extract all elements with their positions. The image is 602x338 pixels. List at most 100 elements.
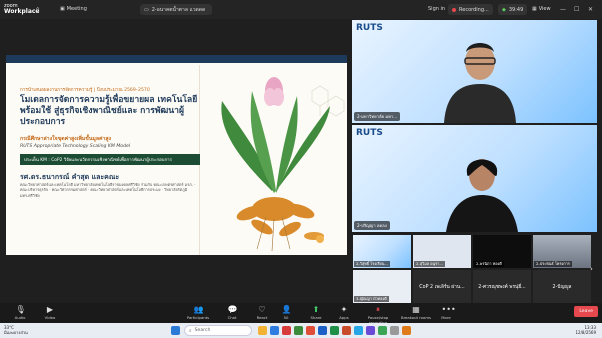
breakout-icon: ▦	[412, 305, 420, 314]
search-label: Search	[194, 328, 211, 333]
clock-date: 12/8/2569	[575, 330, 596, 335]
thumb-2-name: 2-สุวิมล อนุรา...	[414, 261, 445, 267]
weather-widget[interactable]: 33°C มีเมฆบางส่วน	[4, 325, 28, 335]
ruts-logo: RUTS	[356, 23, 383, 33]
weather-desc: มีเมฆบางส่วน	[4, 330, 28, 335]
participants-button[interactable]: 👥 Participants	[180, 305, 216, 320]
maximize-icon[interactable]: ☐	[574, 6, 579, 13]
more-icon: •••	[441, 305, 456, 314]
folder-icon[interactable]	[258, 326, 267, 335]
name-tile-1-label: CoP 2 เพเลิร์น ผ่าน...	[419, 284, 465, 290]
slide-affiliation: คณะวิทยาศาสตร์และเทคโนโลยี มหาวิทยาลัยเท…	[20, 182, 196, 198]
name-tile-2[interactable]: 2-ศวรณุชพงค์ พรนุ่ยี่...	[473, 270, 531, 303]
excel-icon[interactable]	[330, 326, 339, 335]
turmeric-plant-illustration	[221, 77, 345, 252]
view-button[interactable]: ▦ View	[532, 6, 551, 12]
recording-dot-icon	[452, 7, 456, 12]
name-tile-2-label: 2-ศวรณุชพงค์ พรนุ่ยี่...	[478, 284, 526, 290]
app-icon-3[interactable]	[306, 326, 315, 335]
sign-in-label: Sign in	[428, 6, 446, 12]
speaker-2-figure	[446, 159, 518, 232]
home-icon: ⌂	[36, 6, 40, 12]
app-icon-5[interactable]	[390, 326, 399, 335]
apps-label: Apps	[339, 315, 349, 320]
participant-thumb-5[interactable]: 3-ญัณญา บัวทองดี	[353, 270, 411, 303]
participant-2-name: 2-ปริญญา ลดลง	[354, 221, 390, 230]
powerpoint-icon[interactable]	[342, 326, 351, 335]
slide-year: การนำเสนอผลงานการจัดการความรู้ | ปีงบประ…	[20, 88, 150, 93]
breakout-label: Breakout rooms	[400, 315, 432, 320]
leave-button[interactable]: Leave	[574, 306, 598, 317]
meeting-timer: ◆ 39:49	[498, 4, 528, 15]
participant-thumb-2[interactable]: 2-สุวิมล อนุรา...	[413, 235, 471, 268]
share-button-label: Share	[310, 315, 322, 320]
slide-km-badge: ประเด็น KM : CoP2 วิจัยและนวัตกรรมเชิงพา…	[20, 154, 200, 165]
apps-icon: ✦	[340, 305, 348, 314]
app-icon-4[interactable]	[366, 326, 375, 335]
slide-title: โมเดลการจัดการความรู้เพื่อขยายผล เทคโนโล…	[20, 95, 198, 127]
recording-indicator[interactable]: Recording...	[448, 4, 493, 15]
sign-in-link[interactable]: Sign in	[428, 6, 445, 12]
app-icon-1[interactable]	[282, 326, 291, 335]
title-bar: zoom Workplace ⌂ ▣ Meeting ▭ 2-อนาคตน้ำต…	[0, 0, 602, 19]
participant-thumb-3[interactable]: 2-พรนิภา ทองดี	[473, 235, 531, 268]
view-label: View	[538, 6, 551, 12]
video-button[interactable]: ▶ Video	[32, 305, 68, 320]
start-icon[interactable]	[171, 326, 180, 335]
name-tile-3-label: 2-ปัญญูล	[552, 284, 572, 290]
thumb-5-name: 3-ญัณญา บัวทองดี	[354, 296, 389, 302]
participants-icon: 👥	[193, 305, 204, 314]
name-tile-3[interactable]: 2-ปัญญูล	[533, 270, 591, 303]
meeting-tab[interactable]: ▣ Meeting	[60, 6, 87, 12]
meeting-icon: ▣	[60, 6, 65, 12]
home-tab[interactable]: ⌂	[36, 6, 39, 12]
logo-line2: Workplace	[4, 8, 40, 15]
name-tile-1[interactable]: CoP 2 เพเลิร์น ผ่าน...	[413, 270, 471, 303]
shared-screen-slide: การนำเสนอผลงานการจัดการความรู้ | ปีงบประ…	[6, 55, 347, 255]
participant-thumb-1[interactable]: 2-วิสุทธิ์ โรงเรียน...	[353, 235, 411, 268]
edge-icon[interactable]	[270, 326, 279, 335]
shield-icon: ◆	[502, 6, 506, 13]
share-indicator[interactable]: ▭ 2-อนาคตน้ำตาล แวดดด	[140, 4, 212, 15]
timer-value: 39:49	[508, 6, 524, 13]
app-icon-2[interactable]	[294, 326, 303, 335]
view-icon: ▦	[532, 6, 537, 12]
thumb-3-name: 2-พรนิภา ทองดี	[474, 261, 504, 267]
recording-label: Recording...	[459, 6, 489, 13]
slide-subtitle-en: RUTS Appropriate Technology Scaling KM M…	[20, 144, 131, 149]
meeting-label: Meeting	[66, 6, 87, 12]
minimize-icon[interactable]: —	[560, 6, 566, 13]
react-label: React	[256, 315, 268, 320]
chat-label: Chat	[227, 315, 237, 320]
zoom-taskbar-icon[interactable]	[354, 326, 363, 335]
microphone-icon: 🎙	[15, 305, 26, 314]
share-screen-icon: ⬆	[312, 305, 320, 314]
search-icon: ⌕	[189, 328, 192, 334]
close-icon[interactable]: ✕	[588, 6, 593, 13]
apps-button[interactable]: ✦ Apps	[326, 305, 362, 320]
record-button[interactable]: ⏸ Pause/stop recording	[360, 305, 396, 325]
word-icon[interactable]	[318, 326, 327, 335]
zoom-logo: zoom Workplace	[4, 3, 40, 15]
video-label: Video	[44, 315, 56, 320]
share-icon: ▭	[144, 6, 149, 13]
camera-icon: ▶	[46, 305, 54, 314]
app-icon-6[interactable]	[402, 326, 411, 335]
participant-video-1[interactable]: RUTS 2-มหาวิทยาลัย มหา...	[352, 20, 597, 123]
participants-label: Participants	[186, 315, 210, 320]
more-button[interactable]: ••• More	[428, 305, 464, 320]
audio-label: Audio	[14, 315, 26, 320]
ruts-logo-2: RUTS	[356, 128, 383, 138]
line-icon[interactable]	[378, 326, 387, 335]
zoom-window: zoom Workplace ⌂ ▣ Meeting ▭ 2-อนาคตน้ำต…	[0, 0, 602, 338]
heart-icon: ♡	[258, 305, 266, 314]
slide-subtitle: กรณีศึกษาล่างใจขุดค่าสูงเพิ่มขั้นมูลค่าส…	[20, 136, 112, 142]
participant-1-name: 2-มหาวิทยาลัย มหา...	[354, 112, 401, 121]
participant-video-2[interactable]: RUTS 2-ปริญญา ลดลง	[352, 125, 597, 232]
system-clock[interactable]: 13:33 12/8/2569	[575, 325, 596, 335]
record-icon: ⏸	[376, 305, 380, 314]
participant-thumb-4[interactable]: 2-ประพันธ์ โครงการ	[533, 235, 591, 268]
taskbar-search[interactable]: ⌕ Search	[184, 325, 252, 336]
meeting-controls: 🎙 Audio ▶ Video 👥 Participants 💬 Chat ♡ …	[0, 303, 602, 325]
thumb-4-name: 2-ประพันธ์ โครงการ	[534, 261, 572, 267]
